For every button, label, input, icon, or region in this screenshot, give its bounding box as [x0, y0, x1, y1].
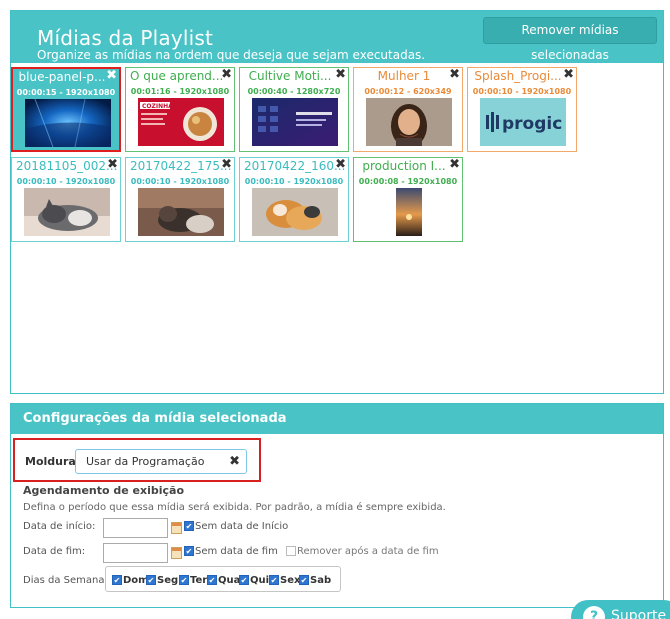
remove-media-icon[interactable]: ✖ [106, 68, 117, 83]
calendar-icon[interactable] [171, 547, 182, 559]
remove-media-icon[interactable]: ✖ [221, 157, 232, 172]
media-thumbnail [366, 98, 452, 146]
moldura-field-group: Moldura: Usar da Programação ✖ [13, 438, 261, 482]
media-name: blue-panel-p... [18, 70, 106, 84]
weekday-checkbox-ter[interactable]: ✔ [179, 575, 189, 585]
weekday-label: Sex [280, 575, 301, 586]
remove-after-end-label: Remover após a data de fim [297, 546, 439, 557]
config-panel-title: Configurações da mídia selecionada [11, 404, 663, 434]
playlist-header: Mídias da Playlist Organize as mídias na… [11, 11, 663, 63]
weekdays-label: Dias da Semana: [23, 575, 108, 586]
thumbnail-text: COZINHAR [142, 103, 178, 110]
schedule-title: Agendamento de exibição [23, 484, 185, 497]
media-card[interactable]: 20170422_175... ✖ 00:00:10 - 1920x1080 [125, 157, 235, 242]
remove-selected-media-button[interactable]: Remover mídias selecionadas [483, 17, 657, 62]
weekday-label: Ter [190, 575, 208, 586]
media-name: O que aprend... [130, 69, 224, 83]
playlist-panel: Mídias da Playlist Organize as mídias na… [10, 10, 664, 394]
weekday-checkbox-seg[interactable]: ✔ [146, 575, 156, 585]
media-thumbnail [366, 188, 452, 236]
media-thumbnail [138, 188, 224, 236]
weekday-label: Dom [123, 575, 149, 586]
remove-media-icon[interactable]: ✖ [335, 157, 346, 172]
remove-media-icon[interactable]: ✖ [335, 67, 346, 82]
weekday-checkbox-qua[interactable]: ✔ [207, 575, 217, 585]
moldura-label: Moldura: [25, 455, 81, 468]
media-thumbnail [24, 188, 110, 236]
weekday-checkbox-dom[interactable]: ✔ [112, 575, 122, 585]
remove-media-icon[interactable]: ✖ [221, 67, 232, 82]
remove-media-icon[interactable]: ✖ [107, 157, 118, 172]
end-date-input[interactable] [103, 543, 168, 563]
weekday-label: Sab [310, 575, 332, 586]
media-card[interactable]: production I... ✖ 00:00:08 - 1920x1080 [353, 157, 463, 242]
start-date-label: Data de início: [23, 521, 96, 532]
no-end-date-label: Sem data de fim [195, 546, 278, 557]
schedule-description: Defina o período que essa mídia será exi… [23, 502, 446, 513]
start-date-input[interactable] [103, 518, 168, 538]
remove-media-icon[interactable]: ✖ [563, 67, 574, 82]
media-name: 20170422_160... [244, 159, 346, 173]
remove-media-icon[interactable]: ✖ [449, 67, 460, 82]
calendar-icon[interactable] [171, 522, 182, 534]
weekday-label: Qua [218, 575, 241, 586]
media-meta: 00:00:10 - 1920x1080 [130, 177, 230, 186]
media-thumbnail [252, 98, 338, 146]
media-name: Splash_Progi... [474, 69, 562, 83]
media-meta: 00:00:12 - 620x349 [364, 87, 452, 96]
weekday-checkbox-sab[interactable]: ✔ [299, 575, 309, 585]
selected-media-config-panel: Configurações da mídia selecionada Moldu… [10, 403, 664, 608]
media-meta: 00:00:10 - 1920x1080 [244, 177, 344, 186]
thumbnail-text: progic [502, 114, 562, 134]
media-meta: 00:00:10 - 1920x1080 [472, 87, 572, 96]
media-name: Mulher 1 [377, 69, 431, 83]
media-card[interactable]: Cultive Moti... ✖ 00:00:40 - 1280x720 [239, 67, 349, 152]
help-icon: ? [583, 606, 605, 619]
no-end-date-checkbox[interactable]: ✔ [184, 546, 194, 556]
media-thumbnail [252, 188, 338, 236]
moldura-selected-value: Usar da Programação [86, 455, 205, 468]
end-date-label: Data de fim: [23, 546, 86, 557]
media-thumbnail: progic [480, 98, 566, 146]
media-card[interactable]: 20181105_002... ✖ 00:00:10 - 1920x1080 [11, 157, 121, 242]
media-thumbnail [25, 99, 111, 147]
no-start-date-label: Sem data de Início [195, 521, 289, 532]
media-name: 20170422_175... [130, 159, 232, 173]
media-card[interactable]: O que aprend... ✖ 00:01:16 - 1920x1080 C… [125, 67, 235, 152]
support-button[interactable]: ? Suporte [571, 600, 670, 619]
weekdays-selector: ✔ Dom ✔ Seg ✔ Ter ✔ Qua ✔ Qui ✔ Sex ✔ Sa… [105, 566, 341, 592]
weekday-label: Qui [250, 575, 270, 586]
media-name: 20181105_002... [16, 159, 118, 173]
support-label: Suporte [611, 608, 667, 619]
remove-media-icon[interactable]: ✖ [449, 157, 460, 172]
remove-after-end-checkbox[interactable] [286, 546, 296, 556]
media-meta: 00:00:10 - 1920x1080 [16, 177, 116, 186]
no-start-date-checkbox[interactable]: ✔ [184, 521, 194, 531]
media-card[interactable]: Mulher 1 ✖ 00:00:12 - 620x349 [353, 67, 463, 152]
page-title: Mídias da Playlist [37, 26, 214, 50]
media-meta: 00:00:40 - 1280x720 [247, 87, 341, 96]
clear-selection-icon[interactable]: ✖ [229, 450, 240, 473]
media-name: Cultive Moti... [248, 69, 332, 83]
page-subtitle: Organize as mídias na ordem que deseja q… [37, 48, 426, 62]
media-thumbnail: COZINHAR [138, 98, 224, 146]
media-card[interactable]: Splash_Progi... ✖ 00:00:10 - 1920x1080 p… [467, 67, 577, 152]
media-meta: 00:01:16 - 1920x1080 [130, 87, 230, 96]
moldura-select[interactable]: Usar da Programação ✖ [75, 449, 247, 474]
weekday-checkbox-sex[interactable]: ✔ [269, 575, 279, 585]
weekday-checkbox-qui[interactable]: ✔ [239, 575, 249, 585]
media-card[interactable]: blue-panel-p... ✖ 00:00:15 - 1920x1080 [11, 67, 121, 152]
media-meta: 00:00:08 - 1920x1080 [358, 177, 458, 186]
media-card[interactable]: 20170422_160... ✖ 00:00:10 - 1920x1080 [239, 157, 349, 242]
media-meta: 00:00:15 - 1920x1080 [16, 88, 116, 97]
weekday-label: Seg [157, 575, 179, 586]
media-name: production I... [362, 159, 446, 173]
